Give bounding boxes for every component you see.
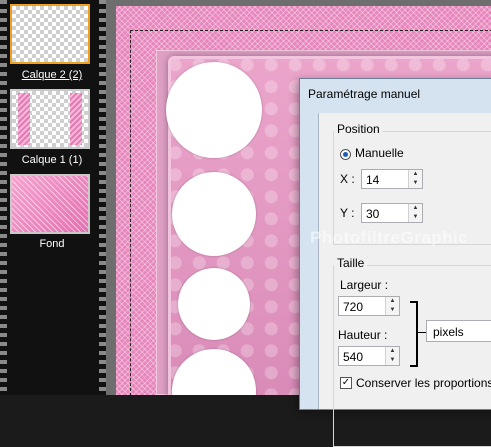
height-value: 540 [343,350,364,364]
x-value: 14 [366,173,380,187]
y-spinbox[interactable]: 30 ▲ ▼ [361,203,423,223]
film-perforation-left [0,0,7,395]
y-spin-arrows[interactable]: ▲ ▼ [408,204,422,222]
circle-hole-2 [172,172,256,256]
y-label: Y : [340,206,355,220]
height-label: Hauteur : [338,328,388,342]
spin-up-icon[interactable]: ▲ [386,347,399,356]
manual-radio[interactable] [340,149,351,160]
thumb-bar-right [70,93,82,145]
x-label: X : [340,172,355,186]
film-perforation-right [99,0,106,395]
circle-hole-3 [178,268,250,340]
spin-down-icon[interactable]: ▼ [409,179,422,188]
thumb-bar-left [18,93,30,145]
size-legend: Taille [334,256,368,270]
dialog-body: Position Manuelle X : 14 ▲ ▼ Y : 30 ▲ ▼ Ta… [318,113,491,447]
manual-radio-label: Manuelle [355,146,404,160]
circle-hole-4 [172,349,256,395]
spin-up-icon[interactable]: ▲ [409,170,422,179]
keep-proportions-label: Conserver les proportions [356,376,491,390]
width-label: Largeur : [340,278,389,292]
width-spin-arrows[interactable]: ▲ ▼ [385,297,399,315]
height-spin-arrows[interactable]: ▲ ▼ [385,347,399,365]
y-value: 30 [366,207,380,221]
layer-thumbnail-fond[interactable] [10,174,90,234]
spin-down-icon[interactable]: ▼ [386,356,399,365]
layer-label-calque-1[interactable]: Calque 1 (1) [2,154,102,166]
unit-select[interactable]: pixels [426,320,491,342]
x-spin-arrows[interactable]: ▲ ▼ [408,170,422,188]
checkmark-icon: ✓ [341,377,351,388]
bracket-connector [418,332,426,333]
width-value: 720 [343,300,364,314]
dialog-title: Paramétrage manuel [308,87,421,101]
layer-label-fond[interactable]: Fond [2,238,102,250]
spin-down-icon[interactable]: ▼ [409,213,422,222]
spin-down-icon[interactable]: ▼ [386,306,399,315]
keep-proportions-checkbox[interactable]: ✓ [340,377,352,389]
spin-up-icon[interactable]: ▲ [386,297,399,306]
layer-thumbnail-calque-2[interactable] [10,4,90,64]
height-spinbox[interactable]: 540 ▲ ▼ [338,346,400,366]
link-bracket [410,301,418,367]
layers-panel: Calque 2 (2) Calque 1 (1) Fond [0,0,106,395]
unit-value: pixels [433,325,464,339]
layer-label-calque-2[interactable]: Calque 2 (2) [2,69,102,81]
x-spinbox[interactable]: 14 ▲ ▼ [361,169,423,189]
watermark: PhotofiltreGraphic [310,228,469,247]
position-legend: Position [334,122,383,136]
circle-hole-1 [166,62,262,158]
size-group: Taille Largeur : 720 ▲ ▼ Hauteur : 540 ▲ ▼… [333,256,491,447]
spin-up-icon[interactable]: ▲ [409,204,422,213]
layer-thumbnail-calque-1[interactable] [10,89,90,149]
width-spinbox[interactable]: 720 ▲ ▼ [338,296,400,316]
